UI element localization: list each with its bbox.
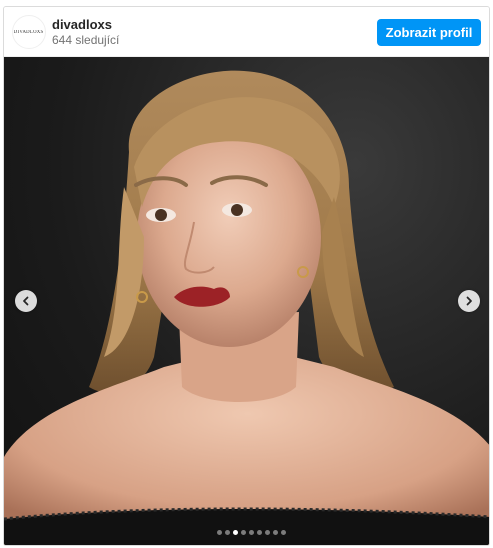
carousel-dot <box>265 530 270 535</box>
avatar[interactable]: DIVADLOXS <box>12 15 46 49</box>
carousel-dot <box>225 530 230 535</box>
post-photo[interactable] <box>4 57 489 545</box>
chevron-right-icon <box>466 296 472 306</box>
chevron-left-icon <box>23 296 29 306</box>
carousel-dot <box>281 530 286 535</box>
view-profile-button[interactable]: Zobrazit profil <box>377 19 481 46</box>
follower-count: 644 sledující <box>52 33 120 47</box>
carousel-dot <box>241 530 246 535</box>
carousel-dot <box>257 530 262 535</box>
carousel-dot <box>273 530 278 535</box>
post-card: DIVADLOXS divadloxs 644 sledující Zobraz… <box>3 6 490 546</box>
carousel-indicator <box>4 530 489 535</box>
carousel-dot <box>217 530 222 535</box>
post-header: DIVADLOXS divadloxs 644 sledující Zobraz… <box>4 7 489 57</box>
user-info: divadloxs 644 sledující <box>52 17 119 48</box>
avatar-logo-text: DIVADLOXS <box>14 29 44 35</box>
carousel-next-button[interactable] <box>458 290 480 312</box>
portrait-image <box>4 70 489 545</box>
carousel-dot <box>233 530 238 535</box>
username[interactable]: divadloxs <box>52 17 119 33</box>
carousel-prev-button[interactable] <box>15 290 37 312</box>
carousel-dot <box>249 530 254 535</box>
